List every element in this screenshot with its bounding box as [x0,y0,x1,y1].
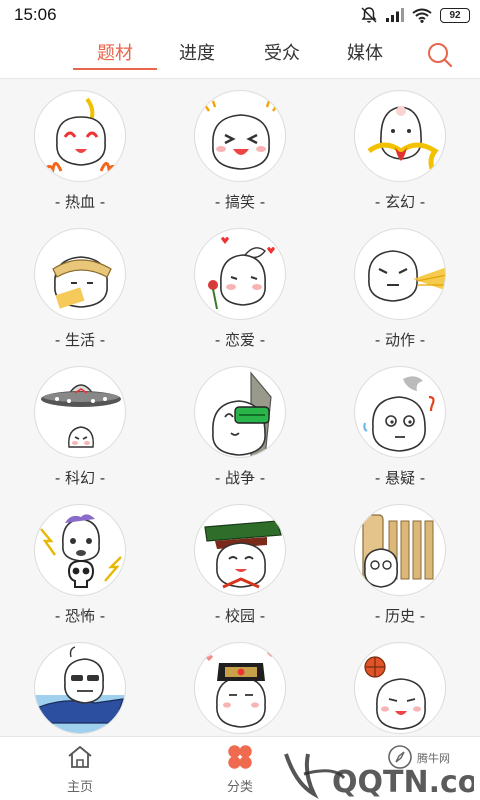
category-label: - 历史 - [374,607,426,625]
category-tab-bar: 题材 进度 受众 媒体 [0,30,480,79]
category-label: - 悬疑 - [374,469,426,487]
category-item-sports[interactable] [330,632,470,736]
status-time: 15:06 [14,5,57,24]
funny-bun-icon [194,90,286,182]
category-label: - 校园 - [214,607,266,625]
category-item-life[interactable]: - 生活 - [10,218,150,356]
tab-progress[interactable]: 进度 [155,39,239,65]
category-item-action[interactable]: - 动作 - [330,218,470,356]
boat-bun-icon [34,642,126,734]
category-label: - 搞笑 - [214,193,266,211]
category-item-war[interactable]: - 战争 - [170,356,310,494]
signal-icon [386,8,404,22]
category-clover-icon [228,745,252,769]
tab-media[interactable]: 媒体 [323,39,407,65]
action-bun-icon [354,228,446,320]
category-label: - 科幻 - [54,469,106,487]
nav-home[interactable]: 主页 [25,743,135,795]
category-item-funny[interactable]: - 搞笑 - [170,80,310,218]
category-item-romance[interactable]: - 恋爱 - [170,218,310,356]
category-item-boat[interactable] [10,632,150,736]
horror-skull-bun-icon [34,504,126,596]
category-item-campus[interactable]: - 校园 - [170,494,310,632]
mute-icon [361,7,377,23]
romance-bun-icon [194,228,286,320]
battery-indicator: 92 [440,7,470,23]
category-item-fantasy[interactable]: - 玄幻 - [330,80,470,218]
category-item-history[interactable]: - 历史 - [330,494,470,632]
category-label: - 热血 - [54,193,106,211]
status-bar: 15:06 92 [0,0,480,30]
category-label: - 生活 - [54,331,106,349]
category-item-horror[interactable]: - 恐怖 - [10,494,150,632]
fantasy-bun-icon [354,90,446,182]
tab-audience[interactable]: 受众 [240,39,324,65]
life-bun-icon [34,228,126,320]
category-item-palace[interactable] [170,632,310,736]
watermark-logo-text: QQTN.com [332,765,474,800]
category-label: - 动作 - [374,331,426,349]
watermark-text: 腾牛网 [417,752,450,765]
category-label: - 恐怖 - [54,607,106,625]
history-bun-icon [354,504,446,596]
category-label: - 战争 - [214,469,266,487]
category-label: - 玄幻 - [374,193,426,211]
suspense-bun-icon [354,366,446,458]
search-icon[interactable] [426,41,454,69]
category-item-suspense[interactable]: - 悬疑 - [330,356,470,494]
campus-bun-icon [194,504,286,596]
site-watermark: QQTN.com 腾牛网 [274,744,480,800]
category-grid: - 热血 - - 搞笑 - - 玄幻 - - 生活 - - 恋爱 - - 动作 … [0,80,480,736]
hot-blood-bun-icon [34,90,126,182]
category-item-hot-blood[interactable]: - 热血 - [10,80,150,218]
wifi-icon [412,8,432,23]
home-icon [68,746,92,768]
nav-home-label: 主页 [66,780,93,795]
scifi-ufo-bun-icon [34,366,126,458]
category-item-scifi[interactable]: - 科幻 - [10,356,150,494]
palace-bun-icon [194,642,286,734]
war-bun-icon [194,366,286,458]
sports-bun-icon [354,642,446,734]
tab-subject[interactable]: 题材 [73,39,157,65]
category-label: - 恋爱 - [214,331,266,349]
active-tab-indicator [73,68,157,70]
